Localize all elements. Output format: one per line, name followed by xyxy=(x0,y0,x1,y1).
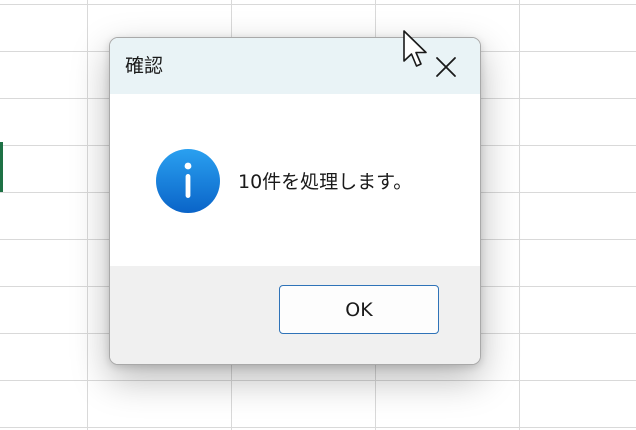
selected-cell-border xyxy=(0,142,3,192)
dialog-title: 確認 xyxy=(125,55,164,77)
dialog-footer: OK xyxy=(110,266,480,364)
dialog-message: 10件を処理します。 xyxy=(238,171,413,193)
dialog-content: 10件を処理します。 xyxy=(110,94,480,266)
close-icon xyxy=(436,57,456,77)
mouse-pointer-icon xyxy=(403,30,427,67)
info-icon xyxy=(156,149,220,213)
ok-button[interactable]: OK xyxy=(279,285,439,334)
confirm-dialog: 確認 10件を処理します。 OK xyxy=(109,37,481,365)
